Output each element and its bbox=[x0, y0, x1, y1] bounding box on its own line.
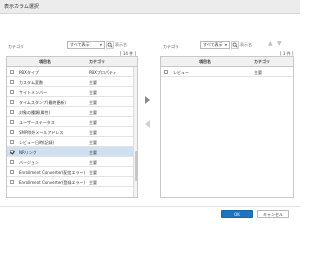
left-search-input[interactable] bbox=[115, 41, 137, 49]
arrow-down-icon[interactable]: ▼ bbox=[277, 40, 282, 47]
row-name: PBXタイプ bbox=[19, 70, 39, 75]
cancel-button[interactable]: キャンセル bbox=[257, 210, 289, 218]
right-column-table: 項目名 カテゴリ レビュー 主要 bbox=[160, 56, 294, 198]
right-table-header: 項目名 カテゴリ bbox=[161, 57, 293, 67]
row-checkbox[interactable] bbox=[10, 140, 14, 144]
table-row[interactable]: サイトメンバー 主要 bbox=[7, 87, 137, 97]
row-name: サイトメンバー bbox=[19, 90, 47, 95]
row-category: 主要 bbox=[89, 120, 97, 125]
row-name: ユーザーステータス bbox=[19, 120, 55, 125]
row-name: SMP除外メールアドレス bbox=[19, 130, 64, 135]
row-checkbox[interactable] bbox=[10, 170, 14, 174]
row-category: 主要 bbox=[89, 90, 97, 95]
left-scrollbar[interactable] bbox=[133, 67, 137, 197]
left-category-select-value: すべて表示 bbox=[70, 42, 90, 47]
row-category: 主要 bbox=[89, 100, 97, 105]
row-checkbox[interactable] bbox=[10, 150, 14, 154]
row-checkbox[interactable] bbox=[10, 80, 14, 84]
right-category-label: カテゴリ bbox=[163, 44, 179, 49]
row-checkbox[interactable] bbox=[10, 160, 14, 164]
table-row[interactable]: PBXタイプ PBXプロパティ bbox=[7, 67, 137, 77]
column-select-dialog: 表示カラム選択 カテゴリ すべて表示 ▼ [ 14 件 ] 項目名 カテゴリ P… bbox=[0, 0, 300, 260]
row-checkbox[interactable] bbox=[10, 90, 14, 94]
row-checkbox[interactable] bbox=[10, 180, 14, 184]
table-row[interactable]: カスタム変数 主要 bbox=[7, 77, 137, 87]
left-header-name: 項目名 bbox=[39, 59, 51, 64]
arrow-up-icon[interactable]: ▲ bbox=[268, 40, 273, 47]
chevron-down-icon: ▼ bbox=[99, 43, 102, 47]
row-category: 主要 bbox=[89, 80, 97, 85]
right-header-category: カテゴリ bbox=[254, 59, 270, 64]
row-name: バージョン bbox=[19, 160, 39, 165]
row-category: 主要 bbox=[254, 70, 262, 75]
arrow-left-icon[interactable] bbox=[145, 120, 150, 128]
row-name: Enrollment Converter(配信エラー) bbox=[19, 170, 86, 175]
table-row[interactable]: 対象の種類(属性) 主要 bbox=[7, 107, 137, 117]
left-category-label: カテゴリ bbox=[8, 44, 24, 49]
row-category: 主要 bbox=[89, 160, 97, 165]
row-category: PBXプロパティ bbox=[89, 70, 117, 75]
left-category-select[interactable]: すべて表示 ▼ bbox=[67, 41, 105, 49]
right-search bbox=[231, 41, 261, 49]
search-icon[interactable] bbox=[231, 41, 239, 49]
row-checkbox[interactable] bbox=[10, 70, 14, 74]
row-category: 主要 bbox=[89, 130, 97, 135]
table-row[interactable]: レビュー日時(記録) 主要 bbox=[7, 137, 137, 147]
row-category: 主要 bbox=[89, 140, 97, 145]
right-category-select[interactable]: すべて表示 ▼ bbox=[200, 41, 230, 49]
table-row[interactable]: ユーザーステータス 主要 bbox=[7, 117, 137, 127]
row-checkbox[interactable] bbox=[10, 100, 14, 104]
row-category: 主要 bbox=[89, 110, 97, 115]
row-name: カスタム変数 bbox=[19, 80, 43, 85]
chevron-down-icon: ▼ bbox=[224, 43, 227, 47]
row-name: NRリンク bbox=[19, 150, 37, 155]
row-checkbox[interactable] bbox=[10, 120, 14, 124]
row-category: 主要 bbox=[89, 170, 97, 175]
row-category: 主要 bbox=[89, 180, 97, 185]
search-icon[interactable] bbox=[106, 41, 114, 49]
left-table-header: 項目名 カテゴリ bbox=[7, 57, 137, 67]
row-name: タイムスタンプ(最終更新) bbox=[19, 100, 66, 105]
row-category: 主要 bbox=[89, 150, 97, 155]
right-category-select-value: すべて表示 bbox=[203, 42, 223, 47]
left-column-table: 項目名 カテゴリ PBXタイプ PBXプロパティ カスタム変数 主要 サイトメンバー 主要… bbox=[6, 56, 138, 198]
right-header-name: 項目名 bbox=[199, 59, 211, 64]
row-checkbox[interactable] bbox=[10, 130, 14, 134]
left-search bbox=[106, 41, 138, 49]
dialog-title: 表示カラム選択 bbox=[4, 4, 39, 10]
dialog-titlebar: 表示カラム選択 bbox=[0, 0, 300, 14]
row-name: レビュー日時(記録) bbox=[19, 140, 55, 145]
row-name: 対象の種類(属性) bbox=[19, 110, 51, 115]
table-row[interactable]: バージョン 主要 bbox=[7, 157, 137, 167]
right-search-input[interactable] bbox=[240, 41, 260, 49]
table-row[interactable]: SMP除外メールアドレス 主要 bbox=[7, 127, 137, 137]
ok-button[interactable]: OK bbox=[221, 210, 253, 218]
table-row[interactable]: Enrollment Converter(配信エラー) 主要 bbox=[7, 167, 137, 177]
arrow-right-icon[interactable] bbox=[145, 96, 150, 104]
row-name: Enrollment Converter(登録エラー) bbox=[19, 180, 86, 185]
row-name: レビュー bbox=[173, 70, 189, 75]
row-checkbox[interactable] bbox=[10, 110, 14, 114]
left-header-category: カテゴリ bbox=[89, 59, 105, 64]
table-row[interactable]: Enrollment Converter(登録エラー) 主要 bbox=[7, 177, 137, 187]
table-row[interactable]: レビュー 主要 bbox=[161, 67, 293, 77]
left-scrollbar-thumb[interactable] bbox=[135, 151, 137, 181]
row-checkbox[interactable] bbox=[164, 70, 168, 74]
footer-divider bbox=[0, 206, 300, 207]
table-row[interactable]: タイムスタンプ(最終更新) 主要 bbox=[7, 97, 137, 107]
table-row[interactable]: NRリンク 主要 bbox=[7, 147, 137, 157]
